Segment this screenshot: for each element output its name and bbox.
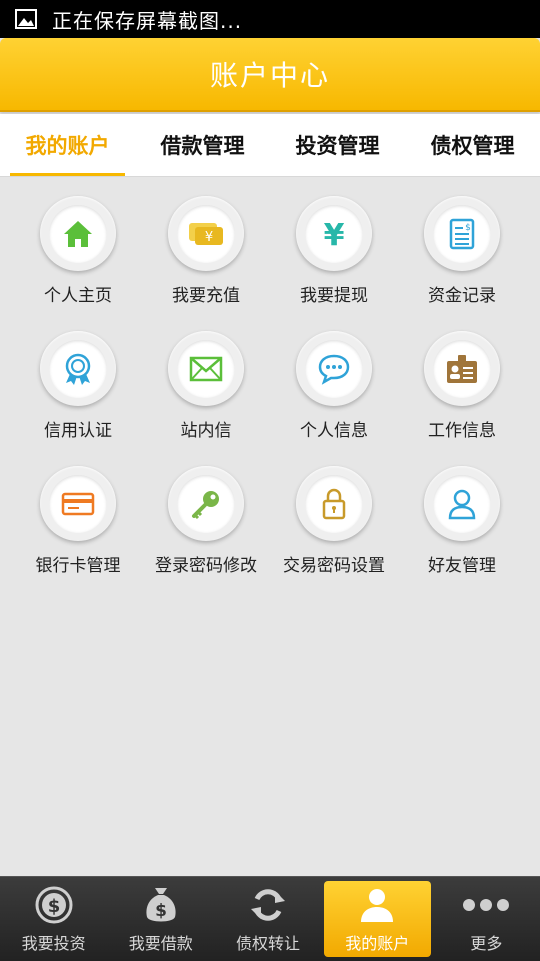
grid-item-friend-management[interactable]: 好友管理 xyxy=(398,460,526,576)
chat-bubble-icon xyxy=(318,354,350,385)
status-bar: 正在保存屏幕截图... xyxy=(0,0,540,38)
grid-item-label: 交易密码设置 xyxy=(283,556,385,576)
dollar-coin-icon: $ xyxy=(35,886,73,924)
grid-item-credit-certification[interactable]: 信用认证 xyxy=(14,325,142,441)
money-bag-icon: $ xyxy=(146,888,176,922)
more-dots-icon xyxy=(463,899,510,911)
grid-item-personal-info[interactable]: 个人信息 xyxy=(270,325,398,441)
grid-item-work-info[interactable]: 工作信息 xyxy=(398,325,526,441)
grid-item-label: 信用认证 xyxy=(44,421,112,441)
image-icon xyxy=(15,9,37,29)
bank-card-icon xyxy=(61,492,95,515)
nav-my-account-label: 我的账户 xyxy=(345,934,410,953)
tab-investment-management[interactable]: 投资管理 xyxy=(270,114,405,176)
grid-item-personal-home[interactable]: 个人主页 xyxy=(14,190,142,306)
grid-item-recharge[interactable]: ¥ 我要充值 xyxy=(142,190,270,306)
nav-debt-transfer-label: 债权转让 xyxy=(236,934,301,953)
home-icon xyxy=(64,220,92,247)
tab-debt-management[interactable]: 债权管理 xyxy=(405,114,540,176)
tab-loan-management[interactable]: 借款管理 xyxy=(135,114,270,176)
function-grid: 个人主页 ¥ 我要充值 ¥ 我要提现 $ 资金记录 信用认证 站内信 个人信息 … xyxy=(14,190,526,576)
grid-item-trade-password[interactable]: 交易密码设置 xyxy=(270,460,398,576)
bottom-navigation: $ 我要投资 $ 我要借款 债权转让 我的账户 更多 xyxy=(0,876,540,961)
svg-text:$: $ xyxy=(155,901,167,921)
grid-item-label: 我要充值 xyxy=(172,286,240,306)
grid-item-label: 银行卡管理 xyxy=(35,556,121,576)
page-title: 账户中心 xyxy=(209,59,330,92)
svg-text:¥: ¥ xyxy=(205,230,213,245)
grid-item-label: 个人主页 xyxy=(44,286,112,306)
nav-borrow[interactable]: $ 我要借款 xyxy=(107,877,214,961)
grid-item-label: 站内信 xyxy=(180,421,232,441)
grid-item-withdraw[interactable]: ¥ 我要提现 xyxy=(270,190,398,306)
grid-item-label: 资金记录 xyxy=(428,286,496,306)
lock-icon xyxy=(322,488,346,519)
fund-record-icon: $ xyxy=(449,218,475,249)
grid-item-label: 我要提现 xyxy=(300,286,368,306)
nav-invest-label: 我要投资 xyxy=(21,934,86,953)
nav-more[interactable]: 更多 xyxy=(433,877,540,961)
mail-icon xyxy=(189,356,223,381)
nav-invest[interactable]: $ 我要投资 xyxy=(0,877,107,961)
nav-borrow-label: 我要借款 xyxy=(128,934,193,953)
user-icon xyxy=(448,489,476,519)
grid-item-login-password[interactable]: 登录密码修改 xyxy=(142,460,270,576)
svg-text:¥: ¥ xyxy=(324,219,345,249)
recharge-icon: ¥ xyxy=(189,222,223,245)
grid-item-label: 个人信息 xyxy=(300,421,368,441)
grid-item-fund-record[interactable]: $ 资金记录 xyxy=(398,190,526,306)
svg-text:$: $ xyxy=(465,223,471,233)
tab-my-account[interactable]: 我的账户 xyxy=(0,114,135,176)
person-icon xyxy=(361,889,394,922)
credit-badge-icon xyxy=(65,353,91,385)
yen-icon: ¥ xyxy=(324,219,345,249)
grid-item-bank-card[interactable]: 银行卡管理 xyxy=(14,460,142,576)
app-header: 账户中心 xyxy=(0,38,540,112)
id-card-icon xyxy=(447,354,477,383)
refresh-icon xyxy=(251,889,285,921)
nav-my-account[interactable]: 我的账户 xyxy=(323,881,431,957)
tab-bar: 我的账户 借款管理 投资管理 债权管理 xyxy=(0,114,540,177)
grid-item-label: 好友管理 xyxy=(428,556,496,576)
status-text: 正在保存屏幕截图... xyxy=(52,8,243,33)
grid-item-label: 登录密码修改 xyxy=(155,556,257,576)
key-icon xyxy=(192,490,219,519)
svg-text:$: $ xyxy=(47,896,60,917)
grid-item-label: 工作信息 xyxy=(428,421,496,441)
grid-item-inbox[interactable]: 站内信 xyxy=(142,325,270,441)
nav-more-label: 更多 xyxy=(470,934,503,953)
nav-debt-transfer[interactable]: 债权转让 xyxy=(214,877,321,961)
